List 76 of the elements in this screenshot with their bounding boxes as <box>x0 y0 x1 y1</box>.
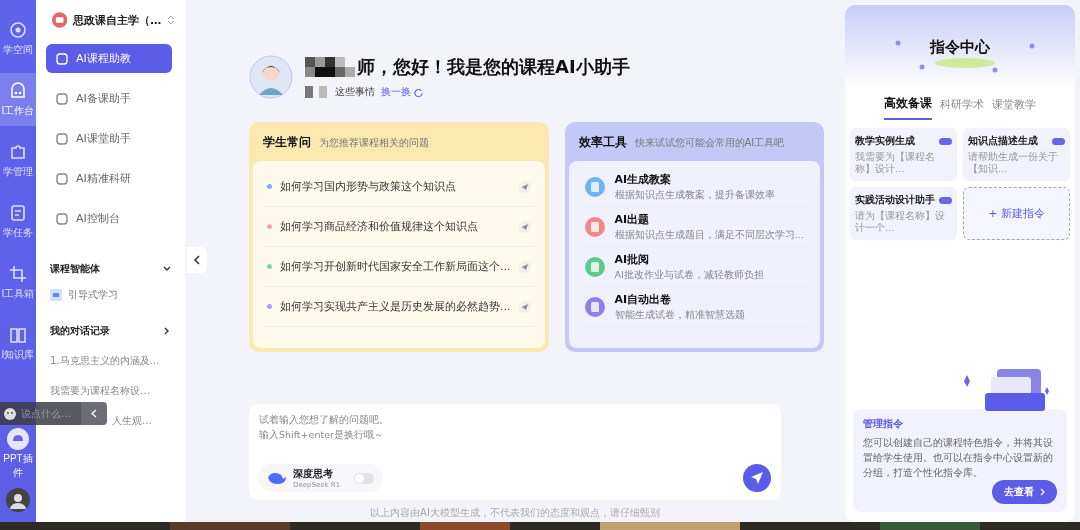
sidebar-item[interactable]: AI课程助教 <box>46 44 172 73</box>
rail-item[interactable]: I工作台 <box>0 73 36 126</box>
greeting-subtitle: 这些事情 <box>335 85 375 99</box>
smiley-icon <box>4 407 16 420</box>
send-button[interactable] <box>743 464 771 492</box>
refresh-link[interactable]: 换一换 <box>381 85 423 99</box>
section-title: 我的对话记录 <box>50 324 110 338</box>
history-item[interactable]: 我需要为课程名称设… <box>46 376 154 406</box>
refresh-icon <box>414 87 423 97</box>
rail-item[interactable]: I知识库 <box>0 317 36 370</box>
assistant-icon <box>56 132 68 145</box>
assistant-icon <box>56 92 68 105</box>
tool-item[interactable]: AI批阅 AI批改作业与试卷，减轻教师负担 <box>578 247 810 287</box>
view-button[interactable]: 去查看 <box>992 480 1057 504</box>
send-icon <box>750 471 764 485</box>
greeting-title: 师，您好！我是您的课程AI小助手 <box>357 55 630 79</box>
question-item[interactable]: 如何学习商品经济和价值规律这个知识点 <box>263 207 535 247</box>
assistant-icon <box>56 52 68 65</box>
section-title: 课程智能体 <box>50 262 100 276</box>
assistant-icon <box>56 212 68 225</box>
crop-icon <box>8 264 28 284</box>
command-card[interactable]: 教学实例生成 我需要为【课程名称】设计… <box>850 128 957 181</box>
course-name[interactable]: 思政课自主学（… <box>73 12 162 28</box>
tool-item[interactable]: AI生成教案 根据知识点生成教案，提升备课效率 <box>578 167 810 207</box>
card-title: 效率工具 <box>578 134 627 151</box>
history-item[interactable]: 人生观… <box>108 406 156 436</box>
rail-item[interactable]: 学任务 <box>0 195 36 248</box>
collapse-button[interactable] <box>187 247 207 273</box>
chevron-icon[interactable] <box>163 265 171 273</box>
send-icon <box>518 220 531 233</box>
assistant-avatar <box>249 55 293 99</box>
grid-icon <box>8 20 28 40</box>
command-card[interactable]: 知识点描述生成 请帮助生成一份关于【知识… <box>963 128 1070 181</box>
new-command-button[interactable]: + 新建指令 <box>963 187 1070 240</box>
manage-title: 管理指令 <box>863 417 904 431</box>
assistant-icon <box>56 172 68 185</box>
panel-title: 指令中心 <box>930 37 990 57</box>
tool-item[interactable]: AI出题 根据知识点生成题目，满足不同层次学习… <box>578 207 810 247</box>
card-subtitle: 为您推荐课程相关的问题 <box>319 136 429 150</box>
rail-item[interactable]: 学空间 <box>0 12 36 65</box>
tool-item[interactable]: AI自动出卷 智能生成试卷，精准智慧选题 <box>578 287 810 327</box>
send-icon <box>518 300 531 313</box>
collapse-button[interactable] <box>81 402 107 425</box>
plugin-button[interactable]: PPT插件 <box>0 428 36 480</box>
blurred-text <box>305 86 329 98</box>
tab[interactable]: 课堂教学 <box>992 95 1036 120</box>
chevron-left-icon <box>193 255 201 265</box>
question-item[interactable]: 如何学习实现共产主义是历史发展的必然趋势… <box>263 287 535 327</box>
question-item[interactable]: 如何学习国内形势与政策这个知识点 <box>263 167 535 207</box>
doc-icon <box>8 203 28 223</box>
tab[interactable]: 高效备课 <box>884 95 932 120</box>
sidebar-item[interactable]: AI课堂助手 <box>46 124 172 153</box>
chevron-left-icon <box>91 409 97 418</box>
manage-text: 您可以创建自己的课程特色指令，并将其设置给学生使用。也可以在指令中心设置新的分组，打造个性化指令库。 <box>863 436 1054 480</box>
course-icon <box>52 12 68 28</box>
avatar[interactable] <box>6 488 30 512</box>
blurred-name <box>305 57 355 77</box>
history-item[interactable]: 1.马克思主义的内涵及… <box>46 346 164 376</box>
chevron-right-icon <box>1040 488 1045 496</box>
send-icon <box>518 180 531 193</box>
card-title: 学生常问 <box>263 134 311 151</box>
question-item[interactable]: 如何学习开创新时代国家安全工作新局面这个… <box>263 247 535 287</box>
chevron-icon[interactable] <box>163 327 171 335</box>
sort-icon[interactable] <box>167 15 175 25</box>
sidebar-item[interactable]: AI备课助手 <box>46 84 172 113</box>
agent-item[interactable]: 引导式学习 <box>46 284 175 306</box>
sidebar-item[interactable]: AI控制台 <box>46 204 172 233</box>
toggle-switch[interactable] <box>354 472 375 484</box>
rail-item[interactable]: 学管理 <box>0 134 36 187</box>
sidebar-item[interactable]: AI精准科研 <box>46 164 172 193</box>
tab[interactable]: 科研学术 <box>940 95 984 120</box>
rail-item[interactable]: I工具箱 <box>0 256 36 309</box>
card-subtitle: 快来试试您可能会常用的AI工具吧 <box>634 136 785 150</box>
send-icon <box>518 260 531 273</box>
agent-icon <box>50 289 62 301</box>
book-icon <box>8 325 28 345</box>
